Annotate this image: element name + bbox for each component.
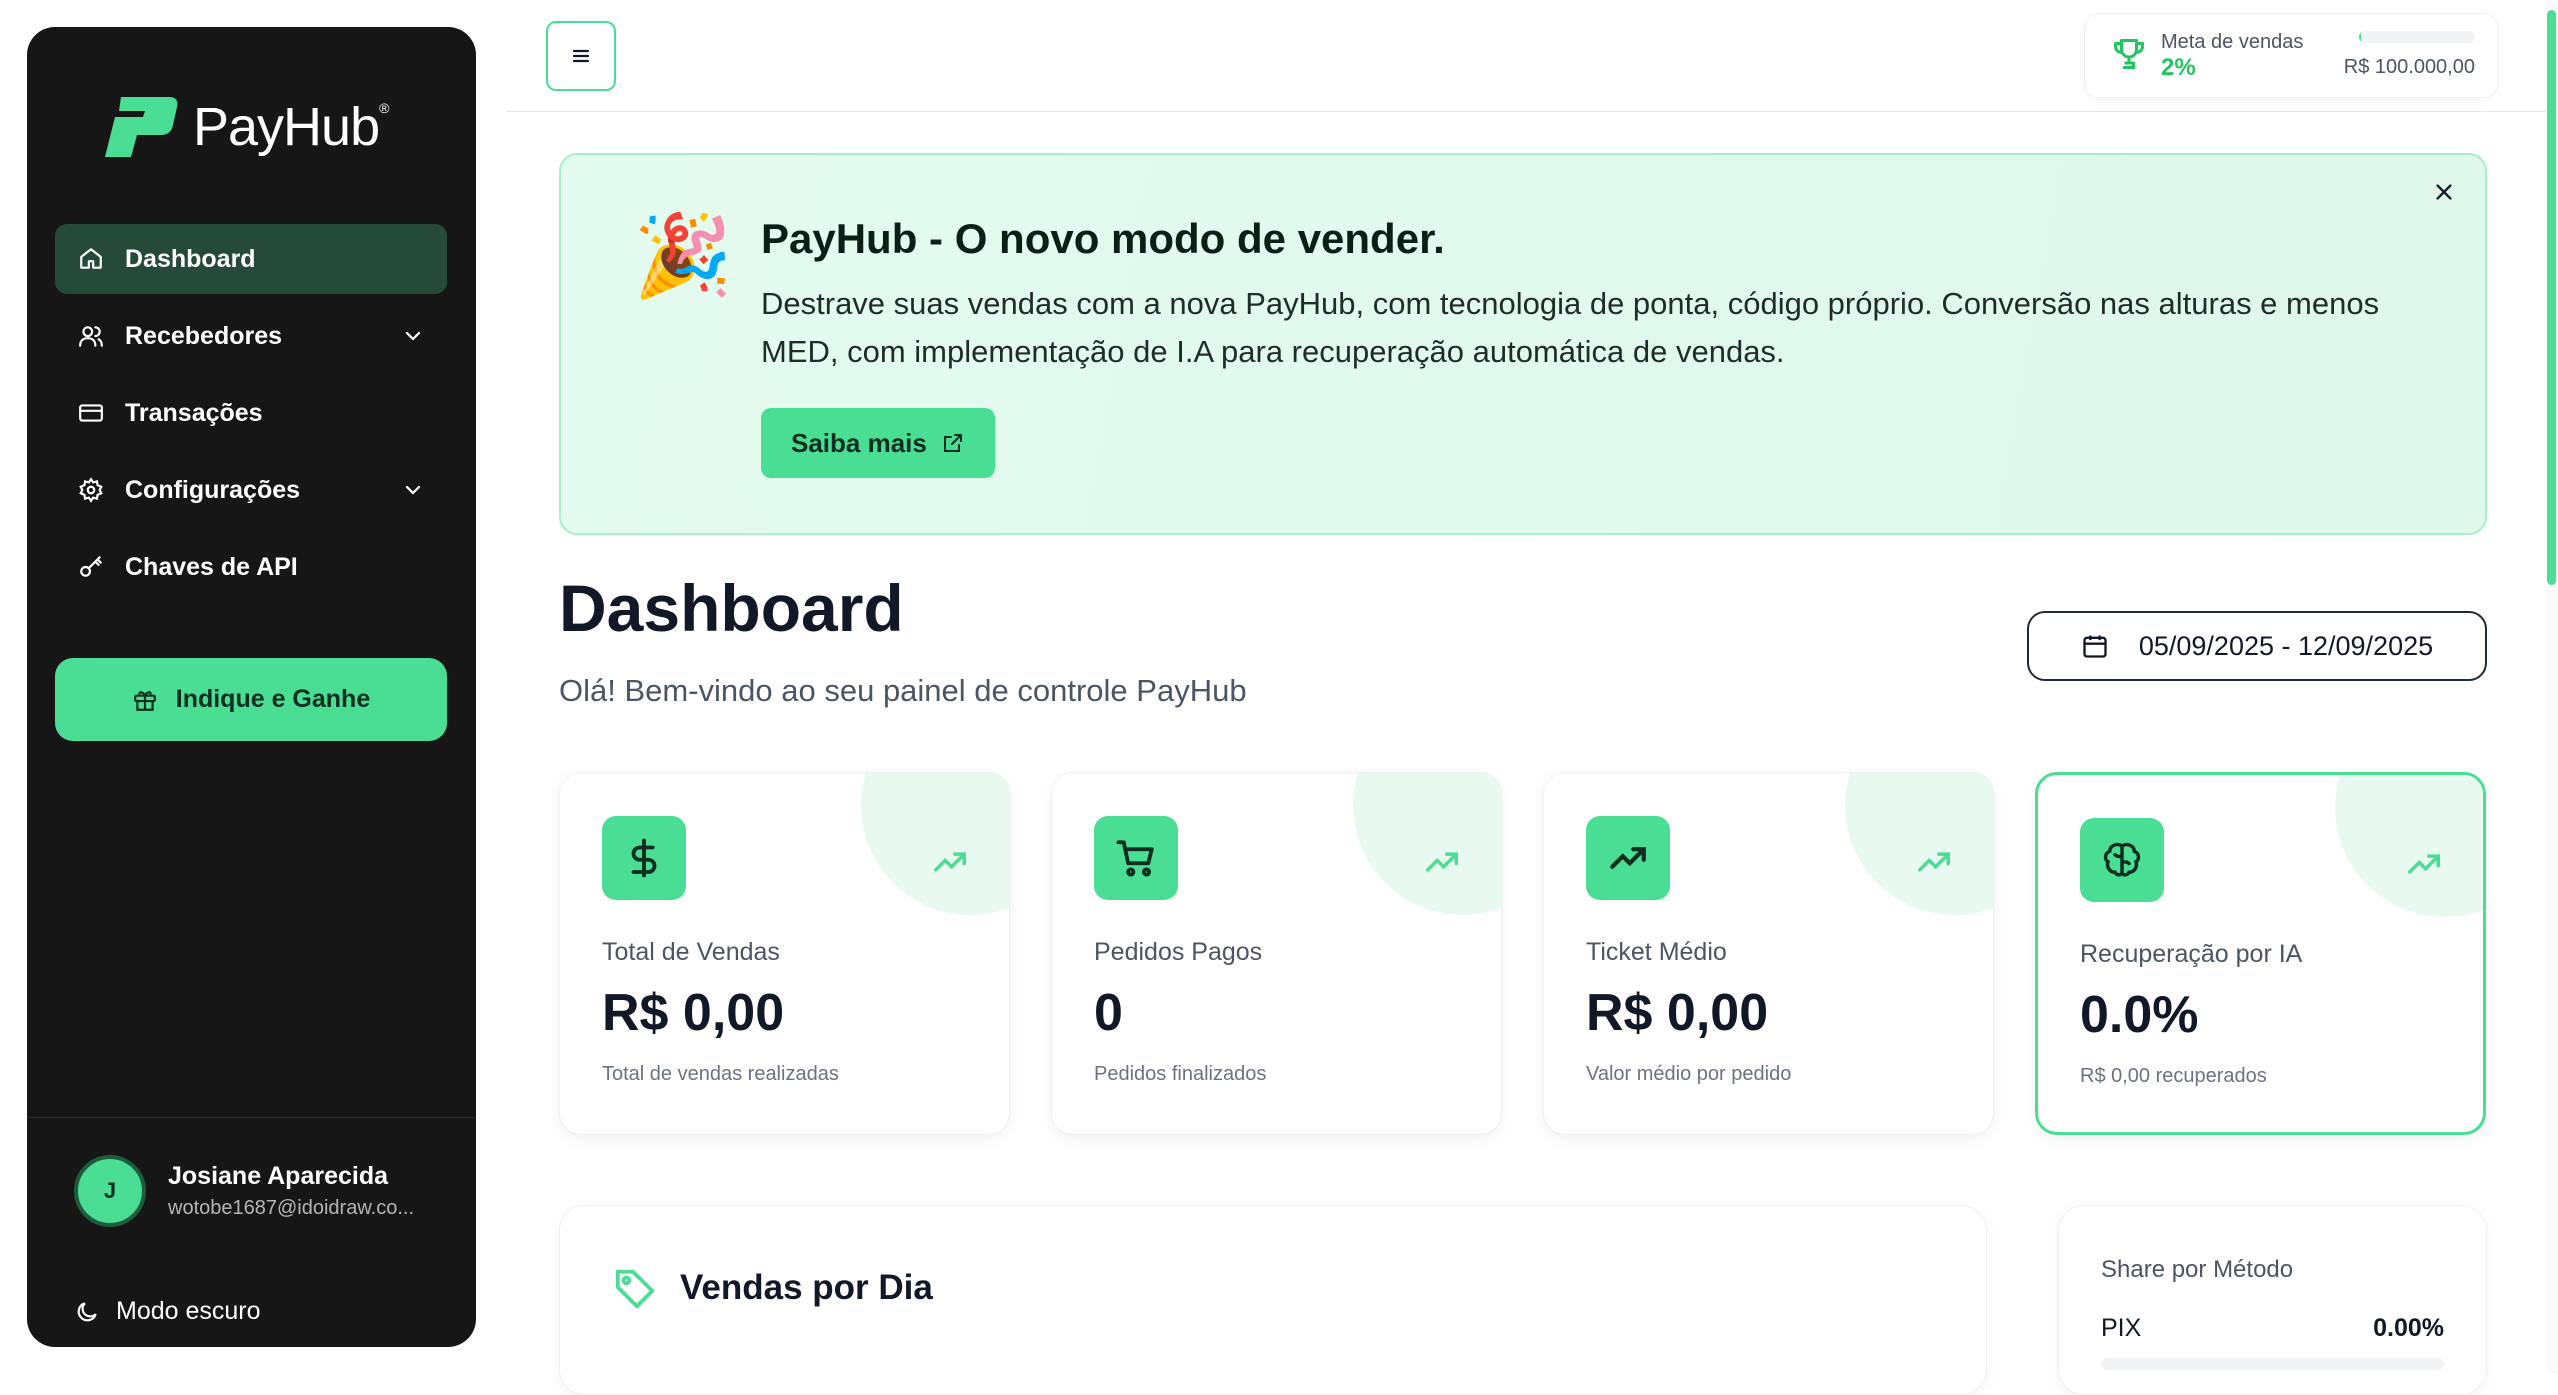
date-range-value: 05/09/2025 - 12/09/2025 [2138,630,2434,661]
home-icon [77,245,105,273]
goal-title: Meta de vendas [2161,31,2304,53]
sales-goal-widget[interactable]: Meta de vendas 2% R$ 100.000,00 [2084,13,2498,98]
brand-logo[interactable]: PayHub® [99,95,389,159]
stat-label: Pedidos Pagos [1094,938,1263,966]
date-range-picker[interactable]: 05/09/2025 - 12/09/2025 [2027,611,2487,681]
external-link-icon [943,434,962,452]
calendar-icon [2083,635,2107,658]
sidebar-item-chaves-api[interactable]: Chaves de API [55,532,447,602]
share-by-method-panel: Share por Método PIX 0.00% [2058,1205,2487,1395]
close-banner-button[interactable] [2427,175,2461,209]
sidebar-item-label: Dashboard [125,244,256,273]
scrollbar[interactable] [2546,0,2558,1373]
dollar-icon [602,816,686,900]
payhub-logo-icon [105,97,178,157]
banner-text: Destrave suas vendas com a nova PayHub, … [761,286,2380,369]
goal-progress-bar [2359,31,2475,43]
trend-up-icon [1426,852,1458,872]
trend-up-icon [1918,852,1950,872]
page-title: Dashboard [559,571,904,645]
user-email: wotobe1687@idoidraw.co... [168,1197,415,1219]
stat-card-paid-orders[interactable]: Pedidos Pagos 0 Pedidos finalizados [1051,772,1502,1135]
learn-more-label: Saiba mais [791,427,927,458]
chevron-down-icon[interactable] [401,324,425,348]
stat-subtext: Total de vendas realizadas [602,1063,839,1085]
method-share: 0.00% [2373,1314,2444,1342]
sidebar-item-recebedores[interactable]: Recebedores [55,301,447,371]
sidebar-item-label: Configurações [125,475,301,504]
method-name: PIX [2101,1314,2142,1342]
stat-card-average-ticket[interactable]: Ticket Médio R$ 0,00 Valor médio por ped… [1543,772,1994,1135]
stat-value: R$ 0,00 [1586,984,1769,1042]
panel-title: Share por Método [2101,1256,2294,1283]
trend-up-icon [934,852,966,872]
stat-label: Recuperação por IA [2080,940,2303,968]
sidebar-item-label: Transações [125,398,263,427]
stat-subtext: Pedidos finalizados [1094,1063,1267,1085]
panel-title: Vendas por Dia [680,1268,933,1307]
sales-per-day-panel: Vendas por Dia [559,1205,1987,1395]
chevron-down-icon[interactable] [401,478,425,502]
gift-icon [133,690,156,711]
brand-name: PayHub [193,97,380,157]
menu-toggle-button[interactable] [546,21,616,91]
avatar: J [74,1155,146,1227]
stat-label: Ticket Médio [1586,938,1727,966]
sidebar-item-configuracoes[interactable]: Configurações [55,455,447,525]
user-profile[interactable]: J Josiane Aparecida wotobe1687@idoidraw.… [74,1155,428,1227]
brain-icon [2080,818,2164,902]
stat-value: R$ 0,00 [602,984,785,1042]
moon-icon [77,1301,97,1321]
sidebar: PayHub® Dashboard Recebedores Transações [27,27,476,1347]
page-subtitle: Olá! Bem-vindo ao seu painel de controle… [559,673,1247,708]
stat-subtext: Valor médio por pedido [1586,1063,1792,1085]
hamburger-icon [572,49,590,63]
share-row: PIX 0.00% [2101,1314,2444,1343]
sidebar-nav: Dashboard Recebedores Transações Configu… [55,224,447,609]
close-icon [2436,184,2452,200]
top-bar: Meta de vendas 2% R$ 100.000,00 [506,0,2546,112]
sidebar-item-transacoes[interactable]: Transações [55,378,447,448]
goal-percent: 2% [2161,54,2196,81]
promo-banner: 🎉 PayHub - O novo modo de vender. Destra… [559,153,2487,535]
refer-and-earn-button[interactable]: Indique e Ganhe [55,658,447,741]
trophy-icon [2114,39,2144,69]
stat-value: 0.0% [2080,986,2199,1044]
banner-title: PayHub - O novo modo de vender. [761,215,1445,262]
scrollbar-thumb[interactable] [2547,10,2556,585]
key-icon [77,553,105,581]
share-progress-bar [2101,1358,2444,1370]
stat-card-total-sales[interactable]: Total de Vendas R$ 0,00 Total de vendas … [559,772,1010,1135]
card-icon [77,399,105,427]
sidebar-divider [27,1117,476,1118]
registered-mark: ® [379,100,389,116]
tag-icon [615,1269,655,1309]
sidebar-item-label: Recebedores [125,321,283,350]
dark-mode-label: Modo escuro [116,1297,261,1325]
party-popper-icon: 🎉 [633,211,733,300]
cart-icon [1094,816,1178,900]
learn-more-button[interactable]: Saiba mais [761,408,995,478]
sidebar-item-dashboard[interactable]: Dashboard [55,224,447,294]
trend-up-icon [1586,816,1670,900]
sidebar-item-label: Chaves de API [125,552,298,581]
stat-card-ai-recovery[interactable]: Recuperação por IA 0.0% R$ 0,00 recupera… [2035,772,2486,1135]
stat-value: 0 [1094,984,1123,1042]
cta-label: Indique e Ganhe [175,685,371,713]
dark-mode-toggle[interactable]: Modo escuro [74,1297,261,1326]
stat-label: Total de Vendas [602,938,780,966]
goal-progress-fill [2359,31,2362,43]
trend-up-icon [2408,854,2440,874]
users-icon [77,322,105,350]
stat-subtext: R$ 0,00 recuperados [2080,1065,2267,1087]
gear-icon [77,476,105,504]
goal-target: R$ 100.000,00 [2343,56,2475,78]
user-name: Josiane Aparecida [168,1162,389,1190]
